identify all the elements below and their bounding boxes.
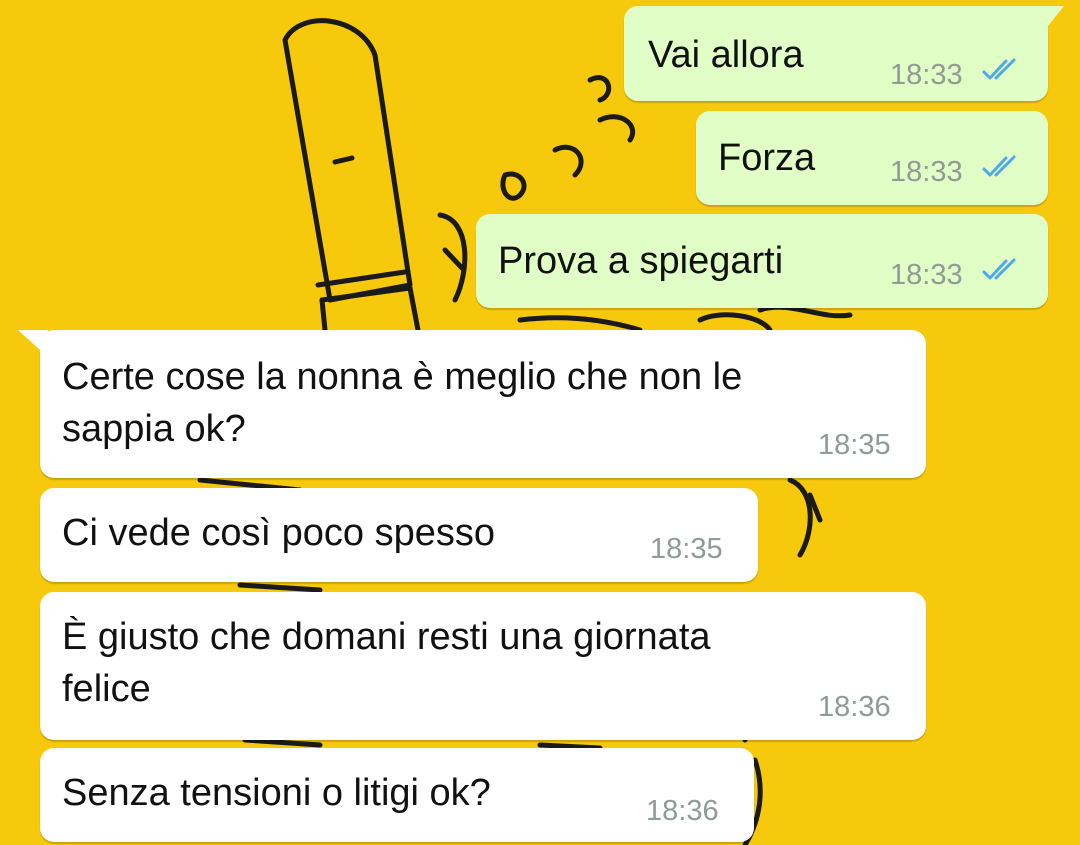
message-text: Vai allora — [648, 34, 804, 76]
sent-message[interactable]: Prova a spiegarti 18:33 — [476, 214, 1048, 308]
received-message[interactable]: È giusto che domani resti una giornata f… — [40, 592, 926, 740]
message-text: Forza — [718, 137, 816, 179]
message-text-line: Certe cose la nonna è meglio che non le — [62, 356, 743, 398]
message-time: 18:35 — [650, 533, 723, 565]
message-time: 18:33 — [890, 156, 963, 188]
received-message[interactable]: Certe cose la nonna è meglio che non le … — [18, 330, 926, 478]
message-text: Prova a spiegarti — [498, 240, 784, 282]
message-text: Senza tensioni o litigi ok? — [62, 772, 491, 814]
message-text-line: È giusto che domani resti una giornata — [62, 616, 711, 658]
message-time: 18:36 — [818, 691, 891, 723]
sent-message[interactable]: Vai allora 18:33 — [624, 6, 1064, 101]
bubble-tail — [1034, 6, 1064, 26]
message-text-line: sappia ok? — [62, 408, 246, 450]
message-time: 18:35 — [818, 429, 891, 461]
double-check-read-icon — [982, 58, 1016, 80]
message-time: 18:33 — [890, 59, 963, 91]
message-text: Ci vede così poco spesso — [62, 512, 496, 554]
double-check-read-icon — [982, 258, 1016, 280]
received-message[interactable]: Senza tensioni o litigi ok? 18:36 — [40, 748, 754, 842]
message-text-line: felice — [62, 668, 151, 710]
sent-message[interactable]: Forza 18:33 — [696, 111, 1048, 205]
received-message[interactable]: Ci vede così poco spesso 18:35 — [40, 488, 758, 582]
message-time: 18:36 — [646, 795, 719, 827]
double-check-read-icon — [982, 155, 1016, 177]
bubble-tail — [18, 330, 48, 350]
message-time: 18:33 — [890, 259, 963, 291]
